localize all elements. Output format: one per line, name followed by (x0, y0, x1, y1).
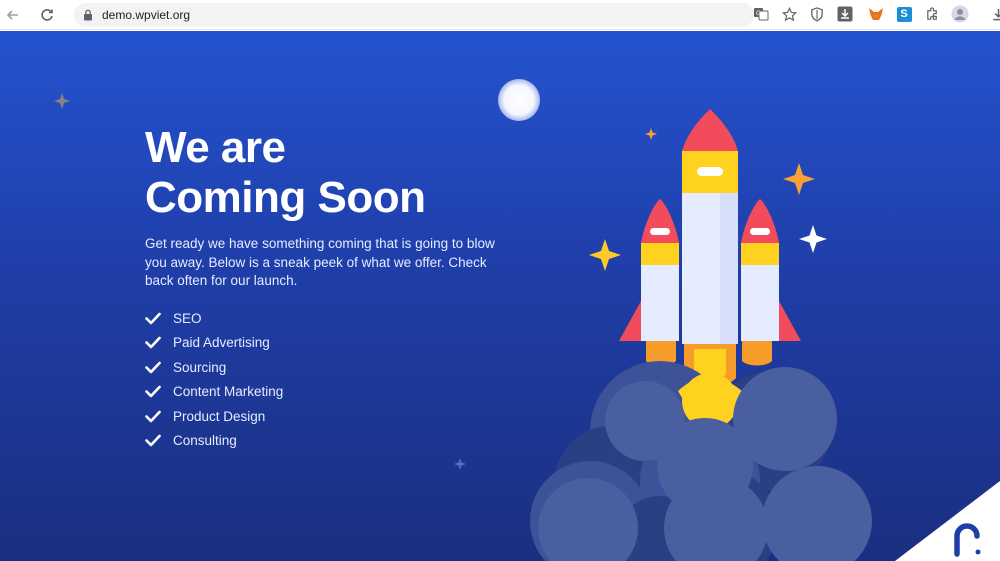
s-extension-label: S (896, 6, 912, 22)
main-rocket (682, 109, 738, 344)
downloads-icon[interactable] (987, 3, 1000, 25)
coming-soon-hero: We are Coming Soon Get ready we have som… (0, 31, 1000, 561)
url-text[interactable]: demo.wpviet.org (102, 8, 190, 22)
bookmark-star-icon[interactable] (778, 3, 800, 25)
rocket-illustration (530, 109, 872, 561)
puzzle-extensions-icon[interactable] (921, 3, 943, 25)
shield-icon[interactable] (806, 3, 828, 25)
fox-extension-icon[interactable] (865, 3, 887, 25)
back-arrow-icon[interactable] (2, 4, 24, 26)
address-bar[interactable]: demo.wpviet.org (74, 2, 754, 27)
corner-logo-badge (895, 481, 1000, 561)
browser-toolbar: demo.wpviet.org G S (0, 0, 1000, 30)
right-booster (741, 199, 801, 341)
smoke-clouds (530, 361, 872, 561)
left-booster (619, 199, 679, 341)
translate-icon[interactable]: G (750, 3, 772, 25)
profile-avatar[interactable] (949, 3, 971, 25)
download-ext-icon[interactable] (834, 3, 856, 25)
s-extension-icon[interactable]: S (893, 3, 915, 25)
svg-text:G: G (756, 10, 761, 17)
lock-icon[interactable] (82, 8, 94, 22)
reload-icon[interactable] (36, 4, 58, 26)
